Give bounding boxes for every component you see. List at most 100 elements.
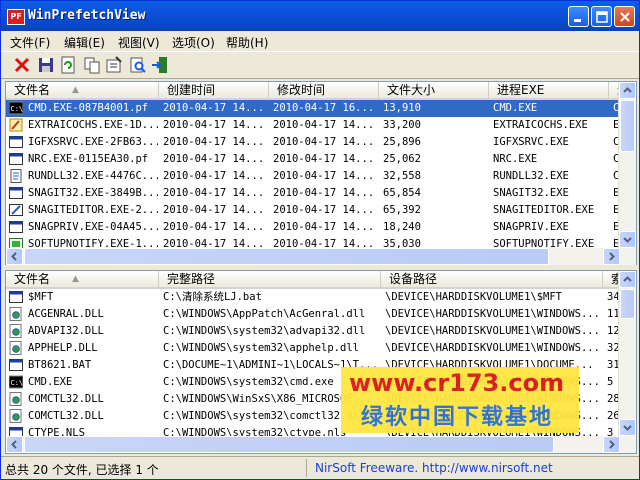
- pen-icon: [9, 118, 23, 132]
- scroll-up-button[interactable]: [619, 82, 636, 99]
- table-row[interactable]: IGFXSRVC.EXE-2FB63... 2010-04-17 14... 201…: [6, 134, 636, 151]
- svg-text:C:\: C:\: [11, 379, 24, 387]
- menu-edit[interactable]: 编辑(E): [64, 34, 105, 51]
- minimize-icon: [574, 19, 581, 22]
- scroll-up-button[interactable]: [619, 271, 636, 288]
- scroll-down-button[interactable]: [619, 231, 636, 248]
- cell-name: COMCTL32.DLL: [28, 410, 104, 422]
- scroll-thumb-horizontal[interactable]: [24, 436, 554, 453]
- chevron-up-icon: [623, 276, 632, 282]
- menu-file[interactable]: 文件(F): [10, 34, 50, 51]
- prefetch-files-list[interactable]: 文件名▲ 创建时间 修改时间 文件大小 进程EXE 进 C:\CMD.EXE-0…: [5, 81, 637, 266]
- cell-created: 2010-04-17 14...: [163, 119, 265, 131]
- column-header-filename[interactable]: 文件名 ▲: [6, 82, 159, 98]
- table-row[interactable]: SNAGITEDITOR.EXE-2... 2010-04-17 14... 201…: [6, 202, 636, 219]
- scroll-thumb[interactable]: [620, 100, 635, 152]
- column-header-created[interactable]: 创建时间: [159, 82, 269, 98]
- scroll-thumb[interactable]: [620, 289, 635, 319]
- chevron-up-icon: [623, 87, 632, 93]
- status-file-count: 总共 20 个文件, 已选择 1 个: [5, 463, 159, 477]
- cell-exe: IGFXSRVC.EXE: [493, 136, 569, 148]
- scroll-left-button[interactable]: [6, 436, 23, 453]
- sort-arrow-icon: ▲: [72, 274, 79, 284]
- chevron-down-icon: [623, 425, 632, 431]
- cell-name: RUNDLL32.EXE-4476C...: [28, 170, 158, 182]
- chevron-left-icon: [11, 252, 17, 261]
- table-row[interactable]: RUNDLL32.EXE-4476C... 2010-04-17 14... 201…: [6, 168, 636, 185]
- pane-splitter[interactable]: [1, 265, 639, 269]
- table-row[interactable]: SNAGPRIV.EXE-04A45... 2010-04-17 14... 201…: [6, 219, 636, 236]
- top-horizontal-scrollbar[interactable]: [6, 248, 636, 265]
- watermark-text: 绿软中国下载基地: [361, 405, 554, 430]
- column-header-device-path[interactable]: 设备路径: [381, 271, 603, 287]
- nirsoft-link[interactable]: NirSoft Freeware. http://www.nirsoft.net: [306, 459, 636, 477]
- column-header-modified[interactable]: 修改时间: [269, 82, 379, 98]
- menu-options[interactable]: 选项(O): [172, 34, 215, 51]
- column-header-size[interactable]: 文件大小: [379, 82, 489, 98]
- cell-modified: 2010-04-17 14...: [273, 204, 375, 216]
- cell-size: 13,910: [383, 102, 421, 114]
- scroll-left-button[interactable]: [6, 248, 23, 265]
- find-icon[interactable]: [129, 56, 147, 74]
- refresh-icon[interactable]: [59, 56, 77, 74]
- cell-created: 2010-04-17 14...: [163, 204, 265, 216]
- column-header-full-path[interactable]: 完整路径: [159, 271, 381, 287]
- menu-help[interactable]: 帮助(H): [226, 34, 268, 51]
- app-window: PF WinPrefetchView 文件(F) 编辑(E) 视图(V) 选项(…: [0, 0, 640, 480]
- table-row[interactable]: $MFT C:\清除系统LJ.bat \DEVICE\HARDDISKVOLUME1…: [6, 289, 636, 306]
- cell-name: COMCTL32.DLL: [28, 393, 104, 405]
- scroll-down-button[interactable]: [619, 419, 636, 436]
- column-header-exe[interactable]: 进程EXE: [489, 82, 609, 98]
- cell-device: \DEVICE\HARDDISKVOLUME1\WINDOWS...: [385, 325, 599, 337]
- scroll-right-button[interactable]: [603, 436, 620, 453]
- table-row[interactable]: EXTRAICOCHS.EXE-1D... 2010-04-17 14... 201…: [6, 117, 636, 134]
- minimize-button[interactable]: [568, 6, 589, 27]
- top-vertical-scrollbar[interactable]: [618, 82, 636, 248]
- cell-path: C:\WINDOWS\system32\advapi32.dll: [163, 325, 366, 337]
- table-row[interactable]: APPHELP.DLL C:\WINDOWS\system32\apphelp.d…: [6, 340, 636, 357]
- sort-arrow-icon: ▲: [72, 85, 79, 95]
- menu-view[interactable]: 视图(V): [118, 34, 160, 51]
- save-icon[interactable]: [37, 56, 55, 74]
- cell-exe: SNAGITEDITOR.EXE: [493, 204, 595, 216]
- window-icon: [9, 221, 23, 233]
- cell-name: ADVAPI32.DLL: [28, 325, 104, 337]
- exit-icon[interactable]: [151, 56, 169, 74]
- column-header-filename[interactable]: 文件名 ▲: [6, 271, 159, 287]
- window-icon: [9, 136, 23, 148]
- bottom-vertical-scrollbar[interactable]: [618, 271, 636, 436]
- copy-icon[interactable]: [83, 56, 101, 74]
- cell-modified: 2010-04-17 14...: [273, 119, 375, 131]
- table-row[interactable]: NRC.EXE-0115EA30.pf 2010-04-17 14... 2010-…: [6, 151, 636, 168]
- cell-path: C:\WINDOWS\system32\apphelp.dll: [163, 342, 359, 354]
- title-bar[interactable]: PF WinPrefetchView: [1, 1, 639, 31]
- cell-name: SNAGIT32.EXE-3849B...: [28, 187, 158, 199]
- table-row[interactable]: SNAGIT32.EXE-3849B... 2010-04-17 14... 201…: [6, 185, 636, 202]
- cell-name: NRC.EXE-0115EA30.pf: [28, 153, 149, 165]
- close-button[interactable]: [614, 6, 635, 27]
- window-icon: [9, 359, 23, 371]
- cell-modified: 2010-04-17 16...: [273, 102, 375, 114]
- scroll-thumb-horizontal[interactable]: [24, 248, 549, 265]
- bottom-horizontal-scrollbar[interactable]: [6, 436, 636, 453]
- cell-modified: 2010-04-17 14...: [273, 136, 375, 148]
- dll-gear-icon: [9, 307, 22, 321]
- cell-name: CMD.EXE: [28, 376, 73, 388]
- cell-path: C:\清除系统LJ.bat: [163, 291, 262, 303]
- cell-size: 25,896: [383, 136, 421, 148]
- table-row[interactable]: C:\ CMD.EXE-087B4001.pf 2010-04-17 14... 20…: [6, 100, 636, 117]
- table-row[interactable]: ACGENRAL.DLL C:\WINDOWS\AppPatch\AcGenral…: [6, 306, 636, 323]
- table-row[interactable]: ADVAPI32.DLL C:\WINDOWS\system32\advapi32…: [6, 323, 636, 340]
- document-icon: [10, 169, 22, 183]
- maximize-icon: [596, 11, 608, 23]
- menu-bar: 文件(F) 编辑(E) 视图(V) 选项(O) 帮助(H): [1, 31, 639, 51]
- app-icon[interactable]: PF: [7, 9, 25, 25]
- scroll-right-button[interactable]: [603, 248, 620, 265]
- delete-icon[interactable]: [13, 56, 31, 74]
- properties-icon[interactable]: [105, 56, 123, 74]
- cell-created: 2010-04-17 14...: [163, 136, 265, 148]
- editor-icon: [9, 204, 23, 216]
- maximize-button[interactable]: [591, 6, 612, 27]
- toolbar: [1, 51, 639, 79]
- cell-size: 32,558: [383, 170, 421, 182]
